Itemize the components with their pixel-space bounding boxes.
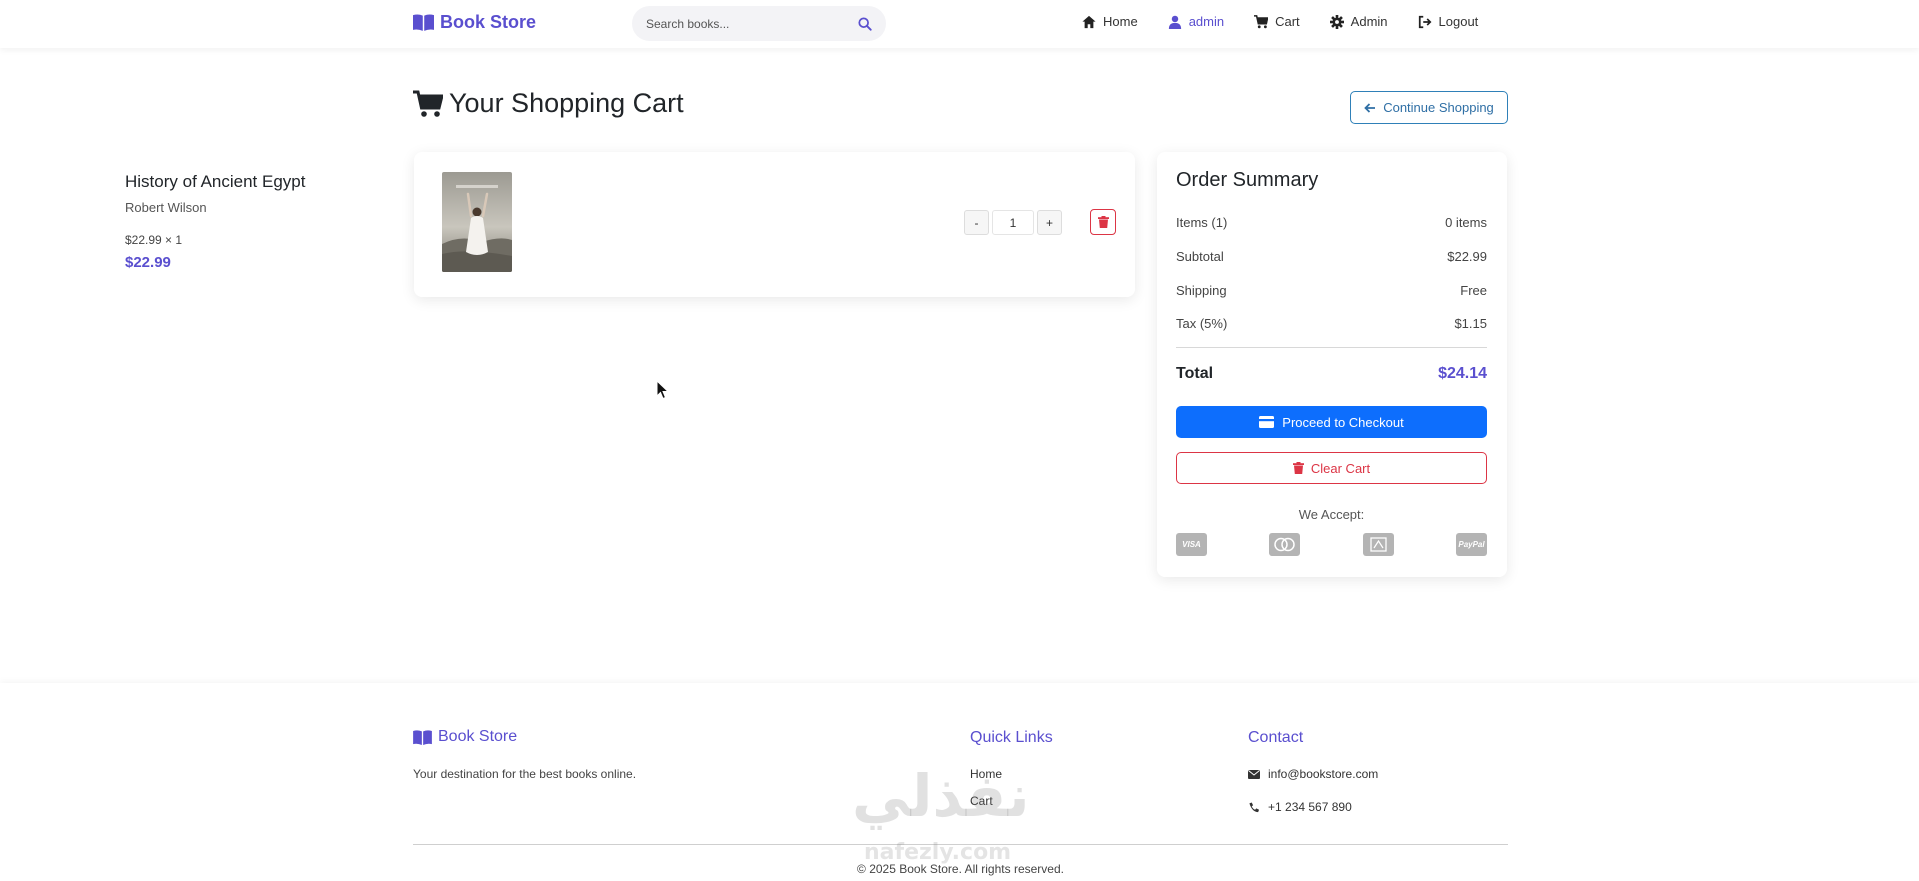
- search-icon[interactable]: [858, 16, 872, 31]
- clear-cart-label: Clear Cart: [1310, 460, 1371, 476]
- footer-tagline: Your destination for the best books onli…: [413, 767, 637, 781]
- amex-mark: [1370, 537, 1387, 552]
- remove-item-button[interactable]: [1090, 209, 1116, 235]
- nav-home[interactable]: Home: [1082, 14, 1138, 29]
- summary-total-row: Total $24.14: [1176, 365, 1487, 383]
- shopping-cart-icon: [413, 90, 443, 117]
- watermark-arabic: نفذلي: [852, 762, 1030, 830]
- quantity-decrease-button[interactable]: -: [964, 210, 989, 235]
- quantity-input[interactable]: [992, 210, 1034, 235]
- summary-label: Shipping: [1176, 283, 1227, 298]
- order-summary-title: Order Summary: [1176, 169, 1319, 191]
- nav-logout-label: Logout: [1438, 14, 1479, 29]
- summary-label: Subtotal: [1176, 249, 1224, 264]
- mouse-cursor-icon: [656, 380, 670, 400]
- payment-icons: VISA PayPal: [1176, 533, 1487, 556]
- clear-cart-button[interactable]: Clear Cart: [1176, 452, 1487, 484]
- phone-icon: [1249, 801, 1260, 812]
- summary-value: $22.99: [1447, 249, 1487, 264]
- gear-icon: [1329, 14, 1344, 29]
- summary-row-subtotal: Subtotal $22.99: [1176, 249, 1487, 264]
- nav-home-label: Home: [1103, 14, 1138, 29]
- contact-email: info@bookstore.com: [1248, 767, 1378, 781]
- home-icon: [1082, 15, 1096, 28]
- book-cover-art: [442, 172, 512, 272]
- nav-admin-label: Admin: [1350, 14, 1388, 29]
- summary-row-shipping: Shipping Free: [1176, 283, 1487, 298]
- item-author: Robert Wilson: [125, 200, 207, 215]
- nav-user[interactable]: admin: [1168, 14, 1224, 29]
- total-value: $24.14: [1438, 365, 1487, 382]
- item-title[interactable]: History of Ancient Egypt: [125, 172, 305, 192]
- checkout-label: Proceed to Checkout: [1282, 414, 1404, 430]
- page-title-text: Your Shopping Cart: [449, 88, 684, 118]
- we-accept-label: We Accept:: [1298, 507, 1365, 522]
- continue-shopping-button[interactable]: Continue Shopping: [1350, 91, 1508, 124]
- contact-phone: +1 234 567 890: [1248, 800, 1352, 814]
- brand-link[interactable]: Book Store: [413, 12, 536, 33]
- paypal-icon: PayPal: [1455, 533, 1487, 556]
- book-cover-image[interactable]: [442, 172, 512, 272]
- item-unit-price: $22.99 × 1: [125, 233, 183, 247]
- paypal-text: PayPal: [1458, 540, 1485, 549]
- summary-divider: [1176, 347, 1487, 348]
- page-title: Your Shopping Cart: [413, 88, 684, 119]
- nav-logout[interactable]: Logout: [1418, 14, 1479, 29]
- cart-icon: [1254, 14, 1269, 28]
- summary-value: Free: [1460, 283, 1487, 298]
- user-icon: [1168, 15, 1181, 29]
- total-label: Total: [1176, 365, 1214, 382]
- contact-heading: Contact: [1248, 729, 1304, 746]
- envelope-icon: [1248, 769, 1260, 779]
- quantity-increase-button[interactable]: +: [1037, 210, 1062, 235]
- proceed-to-checkout-button[interactable]: Proceed to Checkout: [1176, 406, 1487, 438]
- nav-links: Home admin Cart Admin Logout: [1082, 14, 1508, 29]
- mastercard-icon: [1269, 533, 1301, 556]
- quick-links-heading: Quick Links: [970, 729, 1053, 746]
- credit-card-icon: [1259, 416, 1275, 428]
- watermark-latin: nafezly.com: [864, 840, 1012, 865]
- contact-phone-text: +1 234 567 890: [1268, 800, 1352, 814]
- nav-cart-label: Cart: [1275, 14, 1300, 29]
- nav-cart[interactable]: Cart: [1254, 14, 1300, 29]
- nav-user-label: admin: [1188, 14, 1225, 29]
- search-input[interactable]: [646, 16, 858, 31]
- summary-row-tax: Tax (5%) $1.15: [1176, 316, 1487, 331]
- nav-admin[interactable]: Admin: [1329, 14, 1388, 29]
- brand-name: Book Store: [440, 12, 537, 32]
- summary-label: Items (1): [1176, 215, 1228, 230]
- summary-value: $1.15: [1454, 316, 1487, 331]
- search-bar: [632, 6, 886, 41]
- amex-icon: [1362, 533, 1394, 556]
- arrow-left-icon: [1364, 102, 1376, 113]
- continue-shopping-label: Continue Shopping: [1383, 100, 1494, 115]
- navbar: Book Store Home admin Cart Admin Logout: [0, 0, 1919, 48]
- item-line-total: $22.99: [125, 254, 171, 271]
- summary-value: 0 items: [1445, 215, 1487, 230]
- book-open-icon: [413, 729, 432, 745]
- summary-row-items: Items (1) 0 items: [1176, 215, 1487, 230]
- book-open-icon: [413, 14, 434, 31]
- summary-label: Tax (5%): [1176, 316, 1228, 331]
- mastercard-circles: [1274, 537, 1296, 552]
- visa-text: VISA: [1182, 540, 1201, 549]
- logout-icon: [1418, 15, 1432, 28]
- trash-icon: [1097, 216, 1109, 228]
- trash-icon: [1292, 462, 1304, 474]
- footer-brand: Book Store: [413, 728, 517, 746]
- contact-email-text[interactable]: info@bookstore.com: [1268, 767, 1378, 781]
- visa-icon: VISA: [1176, 533, 1207, 556]
- footer-brand-name: Book Store: [438, 728, 518, 745]
